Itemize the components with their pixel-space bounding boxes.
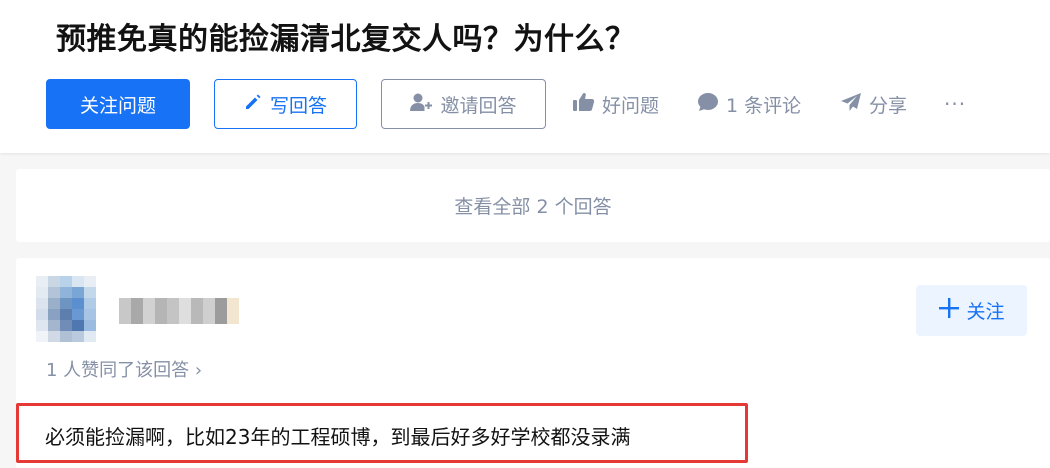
- pencil-icon: [244, 93, 270, 116]
- share-label: 分享: [869, 94, 908, 117]
- voters-link[interactable]: 1 人赞同了该回答 ›: [46, 358, 202, 384]
- more-dots-icon: ···: [944, 92, 967, 116]
- follow-author-label: 关注: [966, 301, 1005, 323]
- invite-answer-button[interactable]: 邀请回答: [381, 79, 546, 129]
- invite-answer-label: 邀请回答: [440, 94, 517, 117]
- avatar[interactable]: [36, 276, 108, 342]
- view-all-answers-button[interactable]: 查看全部 2 个回答: [16, 169, 1050, 242]
- share-button[interactable]: 分享: [840, 79, 907, 129]
- follow-question-label: 关注问题: [79, 94, 156, 117]
- author-name-blurred[interactable]: [119, 298, 241, 324]
- question-header: 预推免真的能捡漏清北复交人吗？为什么？ 关注问题 写回答 邀请回答 好问题 1 …: [0, 0, 1050, 153]
- thumbs-up-icon: [573, 92, 602, 117]
- answer-content: 必须能捡漏啊，比如23年的工程硕博，到最后好多好学校都没录满: [45, 425, 631, 449]
- plus-icon: [938, 297, 966, 324]
- add-user-icon: [410, 92, 440, 117]
- question-title: 预推免真的能捡漏清北复交人吗？为什么？: [56, 22, 636, 57]
- follow-question-button[interactable]: 关注问题: [46, 79, 190, 129]
- comment-button[interactable]: 1 条评论: [697, 79, 801, 129]
- paper-plane-icon: [840, 92, 869, 117]
- comment-label: 1 条评论: [726, 94, 802, 117]
- more-button[interactable]: ···: [944, 79, 966, 129]
- good-question-button[interactable]: 好问题: [573, 79, 659, 129]
- view-all-answers-label: 查看全部 2 个回答: [454, 196, 612, 218]
- good-question-label: 好问题: [602, 94, 660, 117]
- comment-bubble-icon: [697, 92, 726, 117]
- write-answer-label: 写回答: [269, 94, 327, 117]
- write-answer-button[interactable]: 写回答: [214, 79, 357, 129]
- follow-author-button[interactable]: 关注: [916, 285, 1027, 336]
